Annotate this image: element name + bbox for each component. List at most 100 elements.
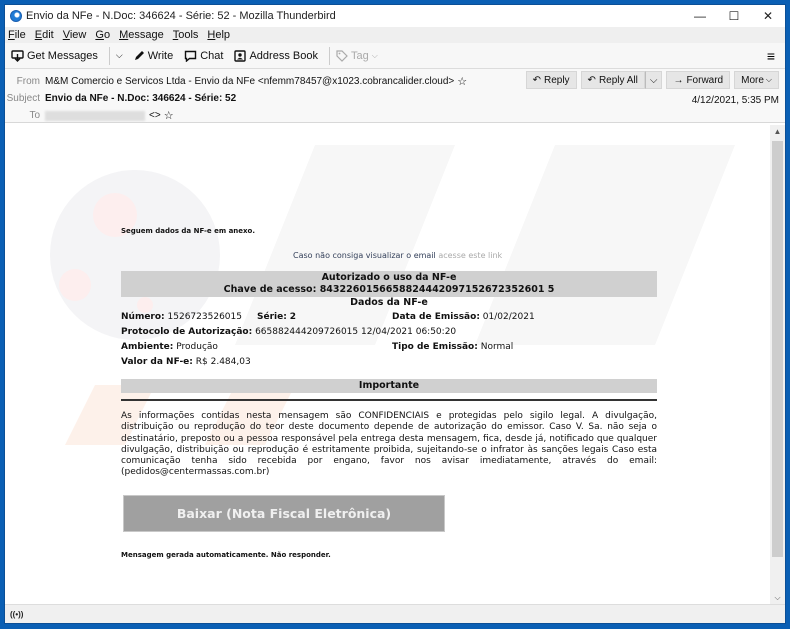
address-book-label: Address Book [249, 49, 318, 62]
valor-field: Valor da NF-e: R$ 2.484,03 [121, 357, 251, 367]
write-button[interactable]: Write [133, 50, 173, 62]
from-value[interactable]: M&M Comercio e Servicos Ltda - Envio da … [45, 76, 454, 87]
menu-view-accel: V [62, 29, 70, 41]
auto-message-note: Mensagem gerada automaticamente. Não res… [121, 551, 331, 559]
main-toolbar: Get Messages ⌵ Write Chat Address Book T… [5, 43, 785, 69]
protocolo-label: Protocolo de Autorização: [121, 327, 253, 337]
from-row: From M&M Comercio e Servicos Ltda - Envi… [5, 75, 467, 88]
message-header: From M&M Comercio e Servicos Ltda - Envi… [5, 69, 785, 123]
write-label: Write [147, 49, 174, 62]
forward-arrow-icon: → [673, 74, 684, 86]
menu-tools[interactable]: Tools [173, 29, 199, 41]
data-emissao-label: Data de Emissão: [392, 312, 480, 322]
tag-label: Tag [350, 49, 369, 62]
view-in-browser-link[interactable]: acesse este link [438, 251, 502, 260]
data-emissao-field: Data de Emissão: 01/02/2021 [392, 312, 535, 322]
forward-label: Forward [686, 74, 724, 86]
to-recipient-redacted[interactable] [45, 110, 145, 121]
pencil-icon [133, 50, 145, 62]
scroll-up-arrow-icon[interactable]: ▲ [770, 125, 785, 139]
close-button[interactable]: ✕ [751, 5, 785, 27]
chat-button[interactable]: Chat [184, 50, 223, 62]
legal-disclaimer: As informações contidas nesta mensagem s… [121, 411, 657, 478]
reply-button[interactable]: ↶ Reply [525, 71, 577, 89]
serie-value: 2 [289, 312, 296, 322]
maximize-button[interactable]: ☐ [717, 5, 751, 27]
menu-file-accel: F [8, 29, 15, 41]
importante-header: Importante [121, 379, 657, 393]
more-chevron-down-icon: ⌵ [765, 75, 772, 84]
chat-label: Chat [200, 49, 224, 62]
importante-divider [121, 399, 657, 401]
to-row: To <> ☆ [5, 109, 174, 122]
protocolo-value: 665882444209726015 12/04/2021 06:50:20 [255, 327, 457, 337]
more-button[interactable]: More ⌵ [734, 71, 779, 89]
menu-tools-label: ools [178, 29, 199, 41]
tag-button[interactable]: Tag ⌵ [336, 50, 378, 62]
menu-edit[interactable]: Edit [35, 29, 54, 41]
access-key: Chave de acesso: 84322601566588244420971… [223, 284, 555, 295]
ambiente-field: Ambiente: Produção [121, 342, 218, 352]
forward-button[interactable]: → Forward [666, 71, 731, 89]
reply-all-split: ↶ Reply All ⌵ [580, 71, 663, 89]
status-bar: ((•)) [5, 604, 785, 623]
online-status-icon[interactable]: ((•)) [10, 610, 23, 619]
thunderbird-window: Envio da NFe - N.Doc: 346624 - Série: 52… [4, 4, 786, 624]
menu-edit-label: dit [42, 29, 54, 41]
window-controls: — ☐ ✕ [683, 5, 785, 27]
ambiente-value: Produção [176, 342, 218, 352]
menu-help-label: elp [215, 29, 231, 41]
greeting-text: Seguem dados da NF-e em anexo. [121, 227, 256, 235]
get-messages-button[interactable]: Get Messages [11, 50, 98, 62]
subject-value: Envio da NFe - N.Doc: 346624 - Série: 52 [45, 93, 237, 104]
to-star-icon[interactable]: ☆ [164, 109, 174, 122]
app-menu-hamburger-icon[interactable]: ≡ [767, 48, 775, 64]
numero-value: 1526723526015 [167, 312, 242, 322]
address-book-icon [234, 49, 247, 62]
address-book-button[interactable]: Address Book [234, 49, 318, 62]
numero-field: Número: 1526723526015 [121, 312, 242, 322]
data-emissao-value: 01/02/2021 [482, 312, 535, 322]
view-in-browser-prefix: Caso não consiga visualizar o email [293, 251, 436, 260]
reply-label: Reply [543, 74, 570, 86]
window-title: Envio da NFe - N.Doc: 346624 - Série: 52… [26, 10, 336, 22]
authorization-title: Autorizado o uso da NF-e [321, 272, 457, 283]
from-label: From [16, 76, 40, 87]
tipo-emissao-field: Tipo de Emissão: Normal [392, 342, 513, 352]
tag-dropdown-icon: ⌵ [371, 50, 378, 60]
menu-view[interactable]: View [63, 29, 87, 41]
download-nfe-button[interactable]: Baixar (Nota Fiscal Eletrônica) [123, 495, 445, 532]
reply-all-button[interactable]: ↶ Reply All [580, 71, 645, 89]
menu-go[interactable]: Go [95, 29, 110, 41]
menu-help[interactable]: Help [207, 29, 230, 41]
menu-go-label: o [103, 29, 111, 41]
protocolo-field: Protocolo de Autorização: 66588244420972… [121, 327, 456, 337]
reply-all-arrow-icon: ↶ [587, 74, 596, 86]
download-inbox-icon [11, 49, 24, 62]
message-body: Seguem dados da NF-e em anexo. Caso não … [5, 125, 771, 605]
scroll-thumb[interactable] [772, 141, 783, 557]
menu-message[interactable]: Message [119, 29, 164, 41]
thunderbird-app-icon [10, 10, 22, 22]
get-messages-label: Get Messages [27, 49, 98, 62]
ambiente-label: Ambiente: [121, 342, 174, 352]
reply-all-dropdown-icon[interactable]: ⌵ [644, 71, 663, 89]
menu-file[interactable]: File [8, 29, 26, 41]
get-messages-dropdown-icon[interactable]: ⌵ [116, 50, 123, 61]
menu-file-label: ile [14, 29, 26, 41]
menu-bar: File Edit View Go Message Tools Help [5, 27, 785, 43]
message-scrollbar[interactable]: ▲ ⌵ [770, 125, 785, 605]
numero-label: Número: [121, 312, 165, 322]
from-star-icon[interactable]: ☆ [457, 75, 467, 88]
toolbar-separator [108, 46, 110, 65]
scroll-down-arrow-icon[interactable]: ⌵ [770, 591, 785, 605]
to-label: To [29, 110, 40, 121]
menu-message-label: essage [128, 29, 164, 41]
minimize-button[interactable]: — [683, 5, 717, 27]
reply-all-label: Reply All [598, 74, 638, 86]
watermark-logo [50, 145, 735, 445]
title-bar: Envio da NFe - N.Doc: 346624 - Série: 52… [5, 5, 785, 27]
authorization-box: Autorizado o uso da NF-e Chave de acesso… [121, 271, 657, 297]
chat-bubble-icon [184, 50, 197, 62]
message-date: 4/12/2021, 5:35 PM [691, 95, 779, 106]
